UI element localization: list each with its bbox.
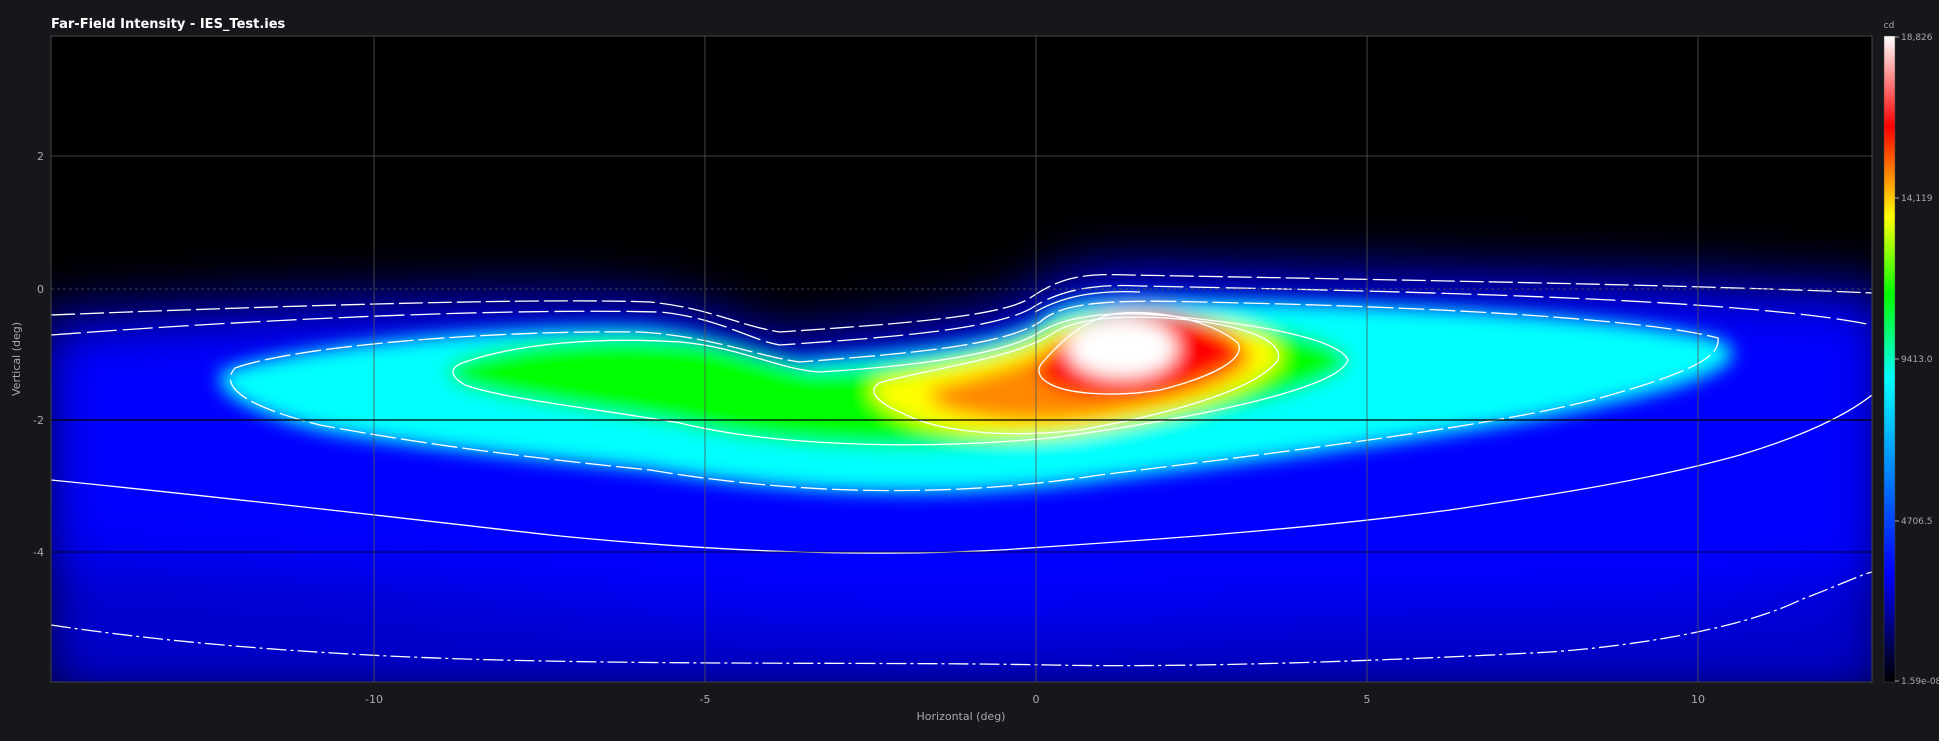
colorbar-ticks (1895, 36, 1899, 682)
colorbar-tick-label: 1.59e-08 (1901, 677, 1939, 687)
colorbar-tick-label: 14,119 (1901, 194, 1933, 204)
x-tick-label: 0 (1033, 693, 1040, 706)
y-tick-label: -4 (33, 546, 44, 559)
heatmap-area (51, 36, 1872, 682)
y-axis-label: Vertical (deg) (10, 322, 23, 396)
colorbar-tick-label: 4706.5 (1901, 517, 1933, 527)
intensity-field (51, 268, 1872, 682)
x-tick-label: -10 (365, 693, 383, 706)
colorbar-tick-label: 9413.0 (1901, 355, 1933, 365)
x-tick-label: 5 (1364, 693, 1371, 706)
y-tick-label: 0 (37, 283, 44, 296)
y-axis: 2 0 -2 -4 Vertical (deg) (10, 150, 44, 559)
peak-region (1067, 318, 1177, 378)
x-axis-label: Horizontal (deg) (917, 710, 1006, 723)
colorbar-unit: cd (1884, 21, 1895, 31)
colorbar-gradient (1883, 35, 1896, 683)
x-axis: -10 -5 0 5 10 Horizontal (deg) (365, 693, 1705, 723)
y-tick-label: 2 (37, 150, 44, 163)
colorbar-tick-label: 18,826 (1901, 33, 1933, 43)
colorbar: cd 18,826 14,119 9413.0 4706.5 1.59e-08 (1884, 21, 1939, 687)
chart-panel: Far-Field Intensity - IES_Test.ies -10 -… (0, 0, 1939, 737)
x-tick-label: -5 (700, 693, 711, 706)
far-field-heatmap-chart: Far-Field Intensity - IES_Test.ies -10 -… (10, 17, 1939, 723)
chart-title: Far-Field Intensity - IES_Test.ies (51, 17, 286, 32)
x-tick-label: 10 (1691, 693, 1705, 706)
y-tick-label: -2 (33, 414, 44, 427)
